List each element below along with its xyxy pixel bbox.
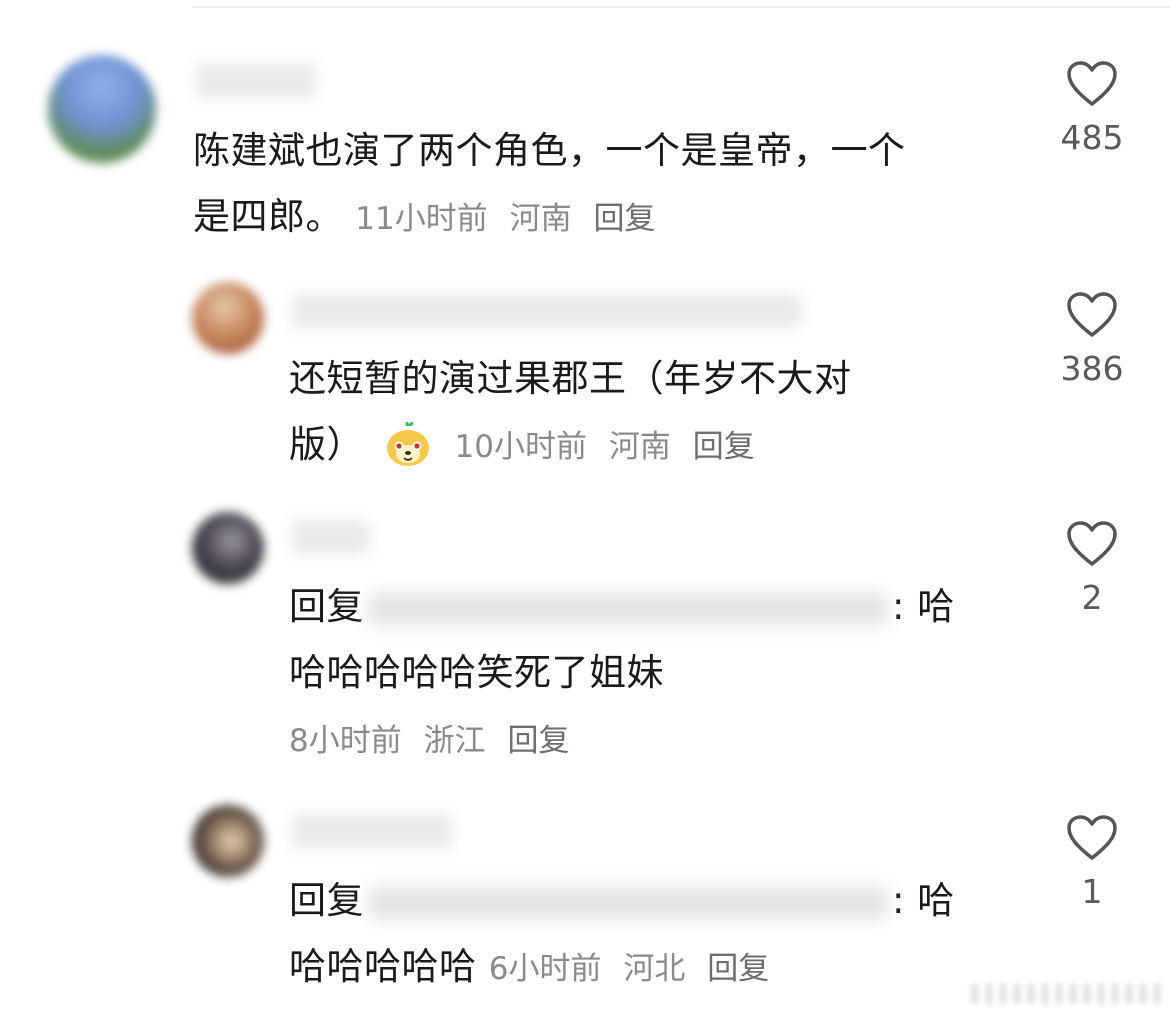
reply-button[interactable]: 回复 <box>593 201 655 237</box>
mentioned-user-redacted[interactable] <box>368 885 888 920</box>
comment-text-line-2: 是四郎。 11小时前 河南 回复 <box>193 184 655 252</box>
like-count: 1 <box>1081 872 1103 911</box>
comment-time: 6小时前 <box>488 951 602 987</box>
like-count: 2 <box>1081 578 1103 617</box>
mentioned-user-redacted[interactable] <box>368 591 888 626</box>
comment-time: 11小时前 <box>355 201 488 237</box>
comment-meta: 8小时前 浙江 回复 <box>289 708 569 774</box>
heart-outline-icon <box>1067 61 1117 106</box>
comment-text-line-2: 哈哈哈哈哈笑死了姐妹 <box>289 651 664 694</box>
comment-location: 河南 <box>509 201 572 237</box>
comment-meta: 10小时前 河南 回复 <box>455 429 755 465</box>
reply-prefix: 回复 <box>289 879 364 922</box>
reply-button[interactable]: 回复 <box>707 951 769 987</box>
avatar[interactable] <box>48 55 156 163</box>
comment-text-line-1: 陈建斌也演了两个角色，一个是皇帝，一个 <box>193 129 906 172</box>
reply-prefix: 回复 <box>289 585 364 628</box>
comment-time: 10小时前 <box>454 429 587 465</box>
heart-outline-icon <box>1067 815 1117 860</box>
reply-colon-text: : 哈 <box>892 585 955 628</box>
comment-location: 浙江 <box>423 723 486 759</box>
like-button[interactable]: 386 <box>1037 291 1147 391</box>
reply-button[interactable]: 回复 <box>693 429 755 465</box>
comment-thread: 陈建斌也演了两个角色，一个是皇帝，一个 是四郎。 11小时前 河南 回复 485… <box>0 0 1170 1019</box>
reply-button[interactable]: 回复 <box>507 723 569 759</box>
comment-text-line-2: 版） 10小时前 河南 回复 <box>289 412 755 480</box>
comment-text: 哈哈哈哈哈 <box>289 945 477 988</box>
avatar[interactable] <box>192 805 264 877</box>
comment-text-line-1: 回复 : 哈 <box>289 574 955 640</box>
heart-outline-icon <box>1067 521 1117 566</box>
comment-text-line-1: 回复 : 哈 <box>289 868 955 934</box>
like-count: 485 <box>1060 118 1124 157</box>
like-button[interactable]: 485 <box>1037 60 1147 160</box>
comment-time: 8小时前 <box>289 723 402 759</box>
comment-text-line-2: 哈哈哈哈哈 6小时前 河北 回复 <box>289 934 769 1002</box>
top-divider <box>192 6 1170 8</box>
comment-location: 河北 <box>623 951 686 987</box>
comment-text: 是四郎。 <box>193 195 343 238</box>
username-redacted[interactable] <box>196 64 316 98</box>
comment-location: 河南 <box>608 429 671 465</box>
like-button[interactable]: 1 <box>1037 814 1147 914</box>
comment-text: 版） <box>289 423 364 466</box>
comment-meta: 11小时前 河南 回复 <box>355 201 655 237</box>
username-redacted[interactable] <box>292 520 370 554</box>
username-redacted[interactable] <box>292 814 452 848</box>
comment-text-line-1: 还短暂的演过果郡王（年岁不大对 <box>289 357 852 400</box>
username-redacted[interactable] <box>292 294 802 328</box>
like-count: 386 <box>1060 349 1124 388</box>
heart-outline-icon <box>1067 292 1117 337</box>
reply-colon-text: : 哈 <box>892 879 955 922</box>
avatar[interactable] <box>192 512 264 584</box>
watermark-redacted <box>972 984 1160 1004</box>
yellow-character-emoji-icon <box>387 421 430 466</box>
comment-meta: 6小时前 河北 回复 <box>489 951 769 987</box>
like-button[interactable]: 2 <box>1037 520 1147 620</box>
avatar[interactable] <box>192 282 264 354</box>
